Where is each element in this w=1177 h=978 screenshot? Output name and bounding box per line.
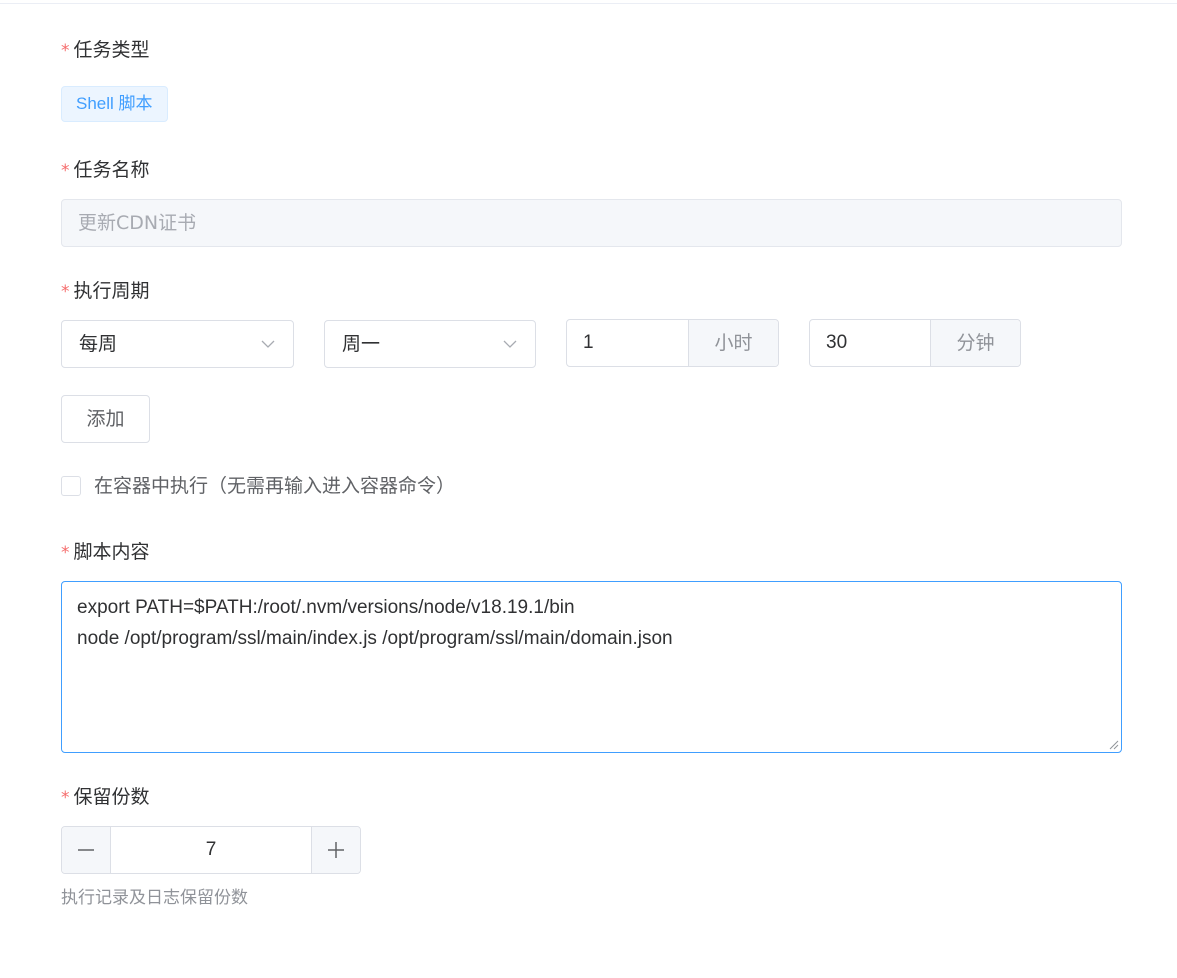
- task-type-label: * 任务类型: [61, 39, 150, 61]
- retention-input[interactable]: 7: [111, 827, 311, 873]
- frequency-value: 每周: [79, 333, 118, 355]
- plus-icon: [328, 842, 344, 858]
- in-container-checkbox[interactable]: [61, 476, 81, 496]
- minute-input[interactable]: 30: [810, 320, 930, 366]
- minute-input-group: 30 分钟: [809, 319, 1021, 367]
- required-mark: *: [61, 543, 70, 563]
- script-line: node /opt/program/ssl/main/index.js /opt…: [77, 628, 673, 649]
- hour-input-group: 1 小时: [566, 319, 779, 367]
- hour-unit: 小时: [688, 320, 778, 366]
- retention-label: * 保留份数: [61, 786, 150, 808]
- task-name-input: 更新CDN证书: [61, 199, 1122, 247]
- in-container-option[interactable]: 在容器中执行（无需再输入进入容器命令）: [61, 474, 455, 498]
- in-container-label[interactable]: 在容器中执行（无需再输入进入容器命令）: [94, 474, 455, 498]
- hour-input[interactable]: 1: [567, 320, 688, 366]
- chevron-down-icon: [261, 340, 275, 348]
- minus-icon: [78, 849, 94, 851]
- required-mark: *: [61, 161, 70, 181]
- script-textarea[interactable]: export PATH=$PATH:/root/.nvm/versions/no…: [61, 581, 1122, 753]
- retention-hint: 执行记录及日志保留份数: [61, 888, 248, 908]
- weekday-select[interactable]: 周一: [324, 320, 536, 368]
- task-type-tag: Shell 脚本: [61, 86, 168, 122]
- required-mark: *: [61, 282, 70, 302]
- frequency-select[interactable]: 每周: [61, 320, 294, 368]
- decrement-button[interactable]: [62, 827, 111, 873]
- minute-unit: 分钟: [930, 320, 1020, 366]
- weekday-value: 周一: [342, 333, 381, 355]
- script-line: export PATH=$PATH:/root/.nvm/versions/no…: [77, 597, 575, 618]
- resize-grip-icon[interactable]: [1109, 740, 1119, 750]
- add-schedule-button[interactable]: 添加: [61, 395, 150, 443]
- task-name-label: * 任务名称: [61, 159, 150, 181]
- required-mark: *: [61, 41, 70, 61]
- top-divider: [0, 3, 1177, 4]
- chevron-down-icon: [503, 340, 517, 348]
- required-mark: *: [61, 788, 70, 808]
- schedule-label: * 执行周期: [61, 280, 150, 302]
- script-label: * 脚本内容: [61, 541, 150, 563]
- retention-stepper: 7: [61, 826, 361, 874]
- increment-button[interactable]: [311, 827, 360, 873]
